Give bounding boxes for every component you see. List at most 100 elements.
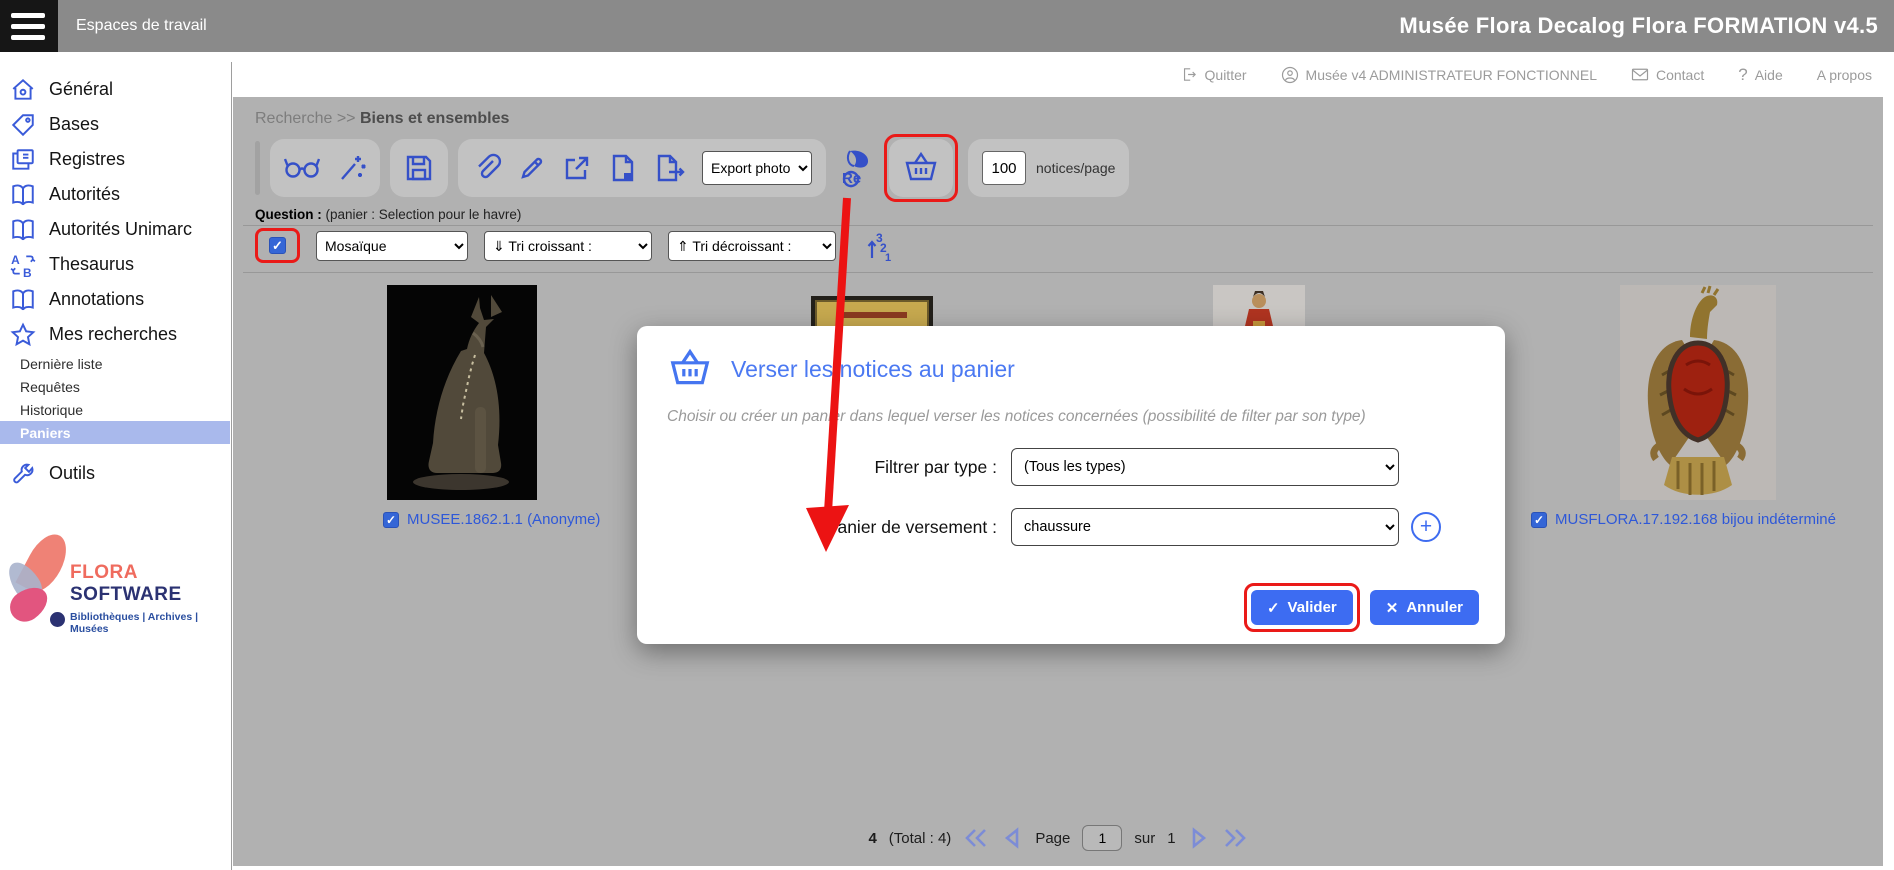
sur-label: sur xyxy=(1134,830,1155,847)
filter-type-label: Filtrer par type : xyxy=(637,457,997,478)
sidebar-item-derniere-liste[interactable]: Dernière liste xyxy=(0,352,231,375)
mail-icon xyxy=(1631,67,1649,82)
basket-highlight-annotation xyxy=(884,134,958,202)
hamburger-menu-icon[interactable] xyxy=(0,0,58,52)
thumbnail-cat-statue[interactable] xyxy=(387,285,537,505)
select-all-checkbox[interactable]: ✓ xyxy=(269,237,286,254)
page-title: Musée Flora Decalog Flora FORMATION v4.5 xyxy=(1399,0,1878,52)
first-page-icon[interactable] xyxy=(963,826,989,850)
page-label: Page xyxy=(1035,830,1070,847)
verser-panier-dialog: Verser les notices au panier Choisir ou … xyxy=(637,326,1505,644)
book-icon xyxy=(10,217,36,243)
contact-button[interactable]: Contact xyxy=(1631,67,1704,83)
basket-icon[interactable] xyxy=(903,151,939,185)
export-photo-select[interactable]: Export photo xyxy=(702,151,812,185)
sidebar-item-thesaurus[interactable]: AB Thesaurus xyxy=(0,247,231,282)
book-icon xyxy=(10,182,36,208)
total-pages: 1 xyxy=(1167,830,1175,847)
add-panier-button[interactable]: + xyxy=(1411,512,1441,542)
results-toolbar: Export photo Re notices/page xyxy=(255,138,1129,198)
paperclip-icon[interactable] xyxy=(472,153,502,183)
sidebar-item-annotations[interactable]: Annotations xyxy=(0,282,231,317)
page-size-input[interactable] xyxy=(982,151,1026,185)
sidebar-item-outils[interactable]: Outils xyxy=(0,456,231,491)
sidebar-item-mes-recherches[interactable]: Mes recherches xyxy=(0,317,231,352)
pagination-bar: 4 (Total : 4) Page sur 1 xyxy=(233,825,1883,851)
result-item-4: ✓ MUSFLORA.17.192.168 bijou indéterminé xyxy=(1531,511,1836,528)
logo-software-text: SOFTWARE xyxy=(70,584,182,605)
toolbar-divider xyxy=(255,141,260,195)
select-all-highlight-annotation: ✓ xyxy=(255,228,300,263)
valider-highlight-annotation: ✓ Valider xyxy=(1244,583,1360,632)
user-icon xyxy=(1281,66,1299,84)
apropos-button[interactable]: A propos xyxy=(1817,67,1872,83)
registers-icon xyxy=(10,147,36,173)
breadcrumb: Recherche >> Biens et ensembles xyxy=(233,97,1883,128)
aide-button[interactable]: ? Aide xyxy=(1738,65,1783,85)
sidebar-item-paniers[interactable]: Paniers xyxy=(0,421,230,444)
glasses-icon[interactable] xyxy=(284,155,320,181)
export-doc-icon[interactable] xyxy=(654,153,686,183)
exit-icon xyxy=(1181,66,1198,83)
top-bar: Espaces de travail Musée Flora Decalog F… xyxy=(0,0,1894,52)
home-icon xyxy=(10,77,36,103)
account-bar: Quitter Musée v4 ADMINISTRATEUR FONCTION… xyxy=(0,52,1894,97)
next-page-icon[interactable] xyxy=(1188,826,1210,850)
sidebar-item-bases[interactable]: Bases xyxy=(0,107,231,142)
result-checkbox[interactable]: ✓ xyxy=(1531,512,1547,528)
edit-icon[interactable] xyxy=(518,154,546,182)
view-mode-select[interactable]: Mosaïque xyxy=(316,231,468,261)
sidebar-item-requetes[interactable]: Requêtes xyxy=(0,375,231,398)
dialog-title: Verser les notices au panier xyxy=(731,356,1015,383)
svg-text:1: 1 xyxy=(885,252,891,262)
help-icon: ? xyxy=(1738,65,1747,85)
result-link[interactable]: MUSFLORA.17.192.168 bijou indéterminé xyxy=(1555,511,1836,528)
sidebar-item-historique[interactable]: Historique xyxy=(0,398,231,421)
thumbnail-eagle-brooch[interactable] xyxy=(1620,285,1776,505)
wand-icon[interactable] xyxy=(336,153,366,183)
separator xyxy=(243,272,1873,273)
result-item-1: ✓ MUSEE.1862.1.1 (Anonyme) xyxy=(383,511,600,528)
sort-desc-select[interactable]: ⇑ Tri décroissant : xyxy=(668,231,836,261)
filter-type-select[interactable]: (Tous les types) xyxy=(1011,448,1399,486)
dialog-subtitle: Choisir ou créer un panier dans lequel v… xyxy=(667,408,1505,426)
flora-re-icon[interactable]: Re xyxy=(836,147,874,189)
panier-versement-select[interactable]: chaussure xyxy=(1011,508,1399,546)
book-icon xyxy=(10,287,36,313)
last-page-icon[interactable] xyxy=(1222,826,1248,850)
tag-icon xyxy=(10,112,36,138)
result-link[interactable]: MUSEE.1862.1.1 (Anonyme) xyxy=(407,511,600,528)
logo-flora-text: FLORA xyxy=(70,562,137,583)
svg-text:A: A xyxy=(11,252,20,266)
question-line: Question : (panier : Selection pour le h… xyxy=(255,207,521,222)
flora-software-logo: FLORA SOFTWARE Bibliothèques | Archives … xyxy=(6,528,226,638)
x-icon: ✕ xyxy=(1386,599,1399,617)
sidebar-item-general[interactable]: Général xyxy=(0,72,231,107)
annuler-button[interactable]: ✕ Annuler xyxy=(1370,590,1479,625)
logo-tagline: Bibliothèques | Archives | Musées xyxy=(70,611,226,635)
sort-asc-select[interactable]: ⇓ Tri croissant : xyxy=(484,231,652,261)
print-doc-icon[interactable] xyxy=(608,153,638,183)
thesaurus-icon: AB xyxy=(10,252,36,278)
svg-text:B: B xyxy=(23,265,32,277)
filter-row: ✓ Mosaïque ⇓ Tri croissant : ⇑ Tri décro… xyxy=(255,228,894,263)
flora-flower-icon xyxy=(8,532,68,632)
result-total: (Total : 4) xyxy=(889,830,952,847)
previous-page-icon[interactable] xyxy=(1001,826,1023,850)
sidebar-item-autorites[interactable]: Autorités xyxy=(0,177,231,212)
sidebar-item-autorites-unimarc[interactable]: Autorités Unimarc xyxy=(0,212,231,247)
sidebar-item-registres[interactable]: Registres xyxy=(0,142,231,177)
valider-button[interactable]: ✓ Valider xyxy=(1251,590,1353,625)
basket-icon xyxy=(667,348,713,390)
save-icon[interactable] xyxy=(404,153,434,183)
quitter-button[interactable]: Quitter xyxy=(1181,66,1247,83)
workspace-label: Espaces de travail xyxy=(76,17,207,35)
sort-numeric-icon[interactable]: 321 xyxy=(866,230,894,262)
page-number-input[interactable] xyxy=(1082,825,1122,851)
external-link-icon[interactable] xyxy=(562,153,592,183)
wrench-icon xyxy=(10,461,36,487)
user-menu[interactable]: Musée v4 ADMINISTRATEUR FONCTIONNEL xyxy=(1281,66,1597,84)
page-size-label: notices/page xyxy=(1036,160,1115,176)
result-checkbox[interactable]: ✓ xyxy=(383,512,399,528)
sidebar: Général Bases Registres Autorités Autori… xyxy=(0,62,232,870)
